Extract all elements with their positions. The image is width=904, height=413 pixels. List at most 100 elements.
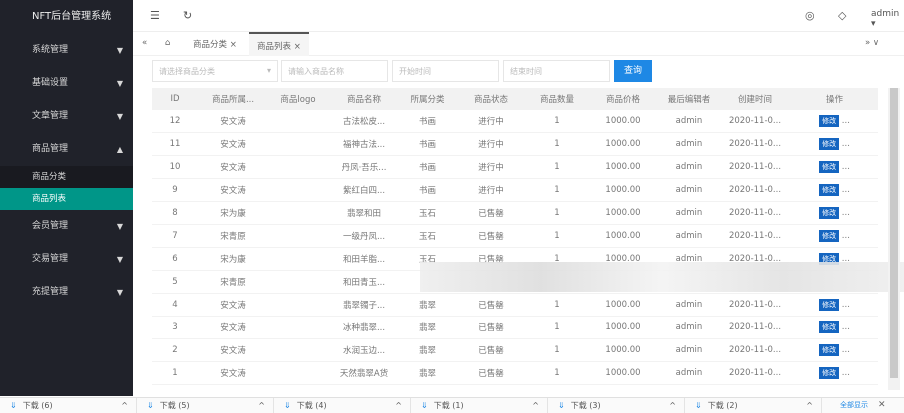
column-header: 操作: [791, 88, 878, 110]
table-cell: 宋青原: [198, 270, 268, 294]
app-title: NFT后台管理系统: [32, 11, 112, 22]
actions-cell: 修改 ...: [791, 338, 878, 363]
table-cell: 和田青玉...: [328, 270, 400, 294]
table-cell: [268, 178, 328, 203]
sidebar-subitem[interactable]: 商品列表: [0, 188, 133, 210]
table-cell: 1000.00: [587, 224, 659, 248]
close-icon[interactable]: ✕: [878, 398, 886, 413]
table-cell: 天然翡翠A货: [328, 361, 400, 386]
search-button[interactable]: 查询: [614, 60, 652, 82]
chevron-up-icon[interactable]: ^: [669, 398, 676, 413]
sidebar-subitem[interactable]: 商品分类: [0, 166, 133, 188]
edit-button[interactable]: 修改: [819, 321, 840, 334]
edit-button[interactable]: 修改: [819, 184, 840, 197]
sidebar-item[interactable]: 交易管理 ▼: [0, 243, 133, 276]
chevron-up-icon[interactable]: ^: [258, 398, 265, 413]
name-input[interactable]: 请输入商品名称: [281, 60, 388, 82]
download-item[interactable]: ⇓ 下载 (6) ^: [0, 398, 137, 413]
table-row: 10 安文涛 丹凤·吾乐... 书画 进行中 1 1000.00 admin 2020-11-0…: [152, 155, 878, 180]
file-icon: ⇓: [147, 401, 154, 410]
tab-product-list[interactable]: 商品列表 ×: [249, 32, 309, 56]
more-button[interactable]: ...: [842, 300, 850, 310]
table-cell: 10: [152, 155, 198, 180]
table-cell: 1: [527, 110, 587, 134]
table-cell: 4: [152, 293, 198, 317]
column-header: 最后编辑者: [659, 88, 719, 110]
edit-button[interactable]: 修改: [819, 161, 840, 174]
download-item[interactable]: ⇓ 下载 (3) ^: [548, 398, 685, 413]
table-cell: 1: [527, 155, 587, 180]
column-header: 创建时间: [719, 88, 791, 110]
menu-toggle-icon[interactable]: ☰: [150, 9, 160, 22]
table-cell: 1: [527, 338, 587, 363]
download-item[interactable]: ⇓ 下载 (4) ^: [274, 398, 411, 413]
more-button[interactable]: ...: [842, 162, 850, 172]
refresh-icon[interactable]: ↻: [183, 9, 192, 22]
more-button[interactable]: ...: [842, 322, 850, 332]
table-cell: 11: [152, 132, 198, 157]
table-cell: [268, 224, 328, 248]
table-cell: 翡翠镯子...: [328, 293, 400, 317]
sidebar-item[interactable]: 文章管理 ▼: [0, 100, 133, 133]
chevron-up-icon[interactable]: ^: [532, 398, 539, 413]
edit-button[interactable]: 修改: [819, 229, 840, 242]
download-item[interactable]: ⇓ 下载 (1) ^: [411, 398, 548, 413]
table-cell: 2020-11-0...: [719, 132, 791, 157]
tag-icon[interactable]: ◇: [838, 9, 846, 22]
table-cell: 2020-11-0...: [719, 361, 791, 386]
scroll-right-icon[interactable]: » ∨: [865, 38, 879, 48]
table-row: 2 安文涛 水润玉边... 翡翠 已售罄 1 1000.00 admin 2020-11-0..…: [152, 338, 878, 363]
sidebar-item[interactable]: 系统管理 ▼: [0, 34, 133, 67]
edit-button[interactable]: 修改: [819, 344, 840, 357]
show-all-button[interactable]: 全部显示: [840, 398, 868, 413]
table-cell: admin: [659, 293, 719, 317]
actions-cell: 修改 ...: [791, 293, 878, 317]
column-header: ID: [152, 88, 198, 110]
edit-button[interactable]: 修改: [819, 367, 840, 380]
more-button[interactable]: ...: [842, 185, 850, 195]
more-button[interactable]: ...: [842, 139, 850, 149]
download-item[interactable]: ⇓ 下载 (2) ^: [685, 398, 822, 413]
sidebar-item[interactable]: 会员管理 ▼: [0, 210, 133, 243]
chevron-up-icon[interactable]: ^: [806, 398, 813, 413]
table-cell: admin: [659, 132, 719, 157]
more-button[interactable]: ...: [842, 231, 850, 241]
edit-button[interactable]: 修改: [819, 298, 840, 311]
file-icon: ⇓: [421, 401, 428, 410]
start-time-input[interactable]: 开始时间: [392, 60, 499, 82]
download-item[interactable]: ⇓ 下载 (5) ^: [137, 398, 274, 413]
more-button[interactable]: ...: [842, 116, 850, 126]
tab-category[interactable]: 商品分类 ×: [193, 38, 237, 50]
table-cell: 玉石: [400, 201, 455, 225]
more-button[interactable]: ...: [842, 345, 850, 355]
more-button[interactable]: ...: [842, 208, 850, 218]
chevron-up-icon[interactable]: ^: [395, 398, 402, 413]
more-button[interactable]: ...: [842, 368, 850, 378]
table-cell: 宋为康: [198, 247, 268, 271]
table-cell: 1000.00: [587, 155, 659, 180]
edit-button[interactable]: 修改: [819, 138, 840, 151]
edit-button[interactable]: 修改: [819, 115, 840, 128]
sidebar-item[interactable]: 充提管理 ▼: [0, 276, 133, 309]
caret-icon: ▼: [116, 288, 123, 297]
file-icon: ⇓: [558, 401, 565, 410]
table-cell: [268, 132, 328, 157]
scroll-left-icon[interactable]: «: [142, 38, 147, 48]
table-cell: 安文涛: [198, 316, 268, 340]
end-time-input[interactable]: 结束时间: [503, 60, 610, 82]
edit-button[interactable]: 修改: [819, 207, 840, 219]
scrollbar[interactable]: [888, 88, 900, 390]
category-select[interactable]: 请选择商品分类 ▾: [152, 60, 278, 82]
chevron-up-icon[interactable]: ^: [121, 398, 128, 413]
column-header: 商品logo: [268, 88, 328, 110]
column-header: 商品数量: [527, 88, 587, 110]
user-menu[interactable]: admin ▾: [871, 9, 904, 29]
home-icon[interactable]: ⌂: [165, 38, 170, 48]
theme-icon[interactable]: ◎: [805, 9, 815, 22]
sidebar-item[interactable]: 商品管理 ▲: [0, 133, 133, 166]
sidebar-item[interactable]: 基础设置 ▼: [0, 67, 133, 100]
sidebar-item-label: 会员管理: [32, 221, 69, 231]
table-cell: 翡翠: [400, 293, 455, 317]
table-row: 8 宋为康 翡翠和田 玉石 已售罄 1 1000.00 admin 2020-11-0... 修改…: [152, 201, 878, 225]
table-cell: [268, 247, 328, 271]
